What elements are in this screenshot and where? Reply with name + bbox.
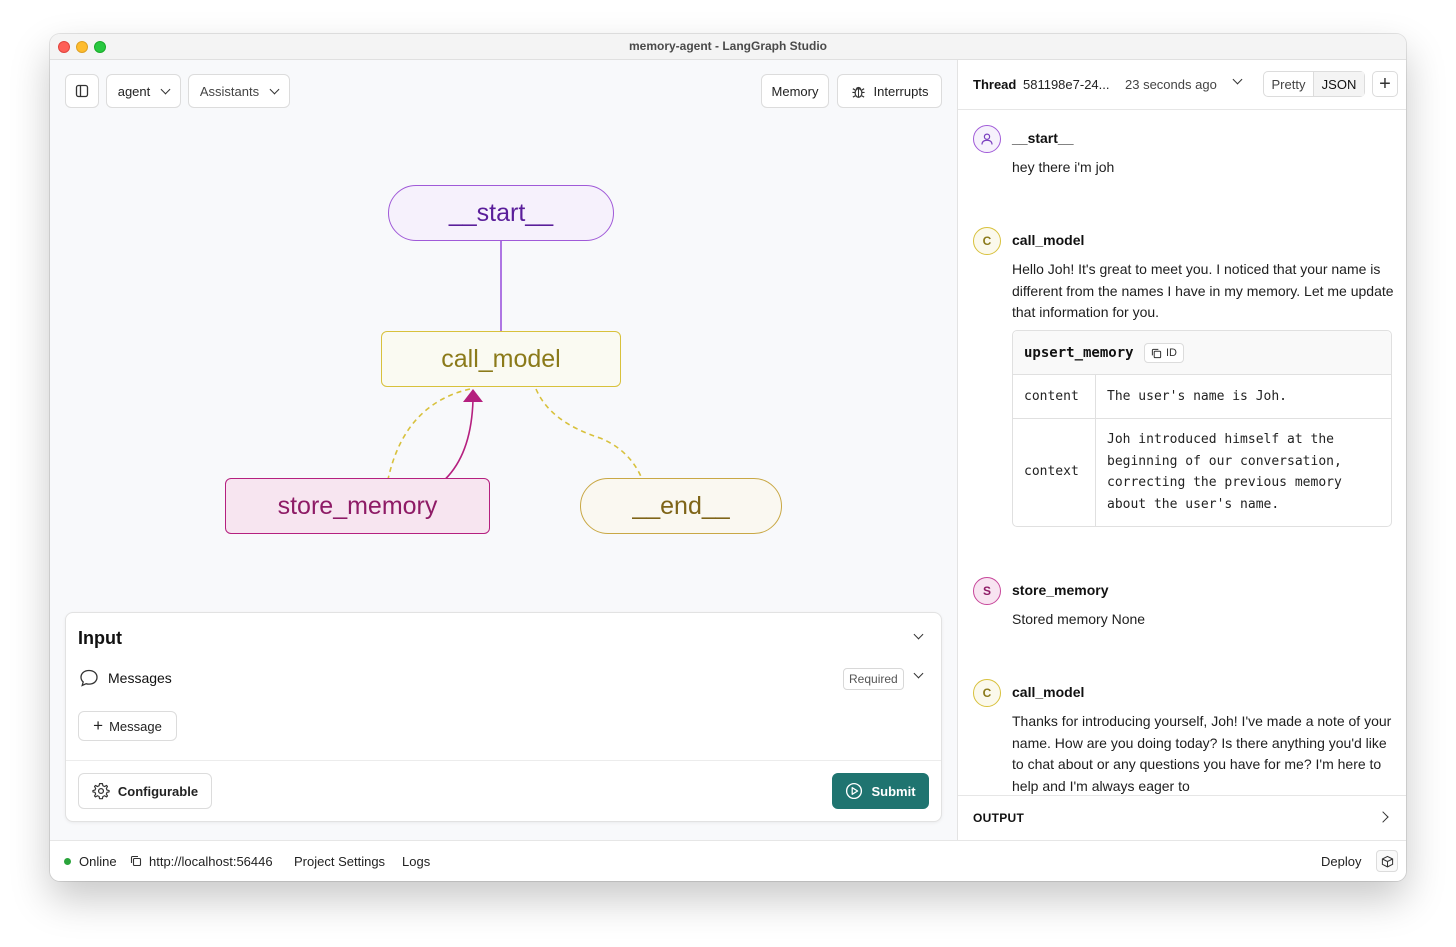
message-text-clip: Thanks for introducing yourself, Joh! I'…: [1012, 711, 1396, 794]
user-icon: [981, 133, 993, 145]
thread-id[interactable]: 581198e7-24...: [1023, 77, 1110, 92]
plus-icon: +: [1379, 73, 1391, 95]
play-circle-icon: [846, 782, 863, 800]
thread-header: Thread 581198e7-24... 23 seconds ago Pre…: [958, 60, 1406, 110]
configurable-button[interactable]: Configurable: [78, 773, 212, 809]
deploy-icon-button[interactable]: [1376, 850, 1398, 872]
logs-link[interactable]: Logs: [402, 854, 430, 869]
window-title: memory-agent - LangGraph Studio: [628, 39, 827, 53]
submit-button-label: Submit: [871, 783, 916, 799]
chevron-right-icon: [1377, 811, 1389, 823]
view-toggle: Pretty JSON: [1263, 71, 1365, 97]
message-node-name: call_model: [1012, 232, 1085, 248]
tool-arg-value: Joh introduced himself at the beginning …: [1107, 432, 1342, 512]
tool-arg-row: content The user's name is Joh.: [1013, 375, 1391, 419]
message-node-name: call_model: [1012, 684, 1085, 700]
cube-icon: [1381, 855, 1393, 867]
collapse-input-chevron-icon[interactable]: [913, 629, 924, 640]
node-store-memory[interactable]: store_memory: [225, 478, 490, 534]
input-divider: [66, 760, 941, 761]
status-bar: Online http://localhost:56446 Project Se…: [50, 840, 1406, 881]
copy-icon: [1151, 348, 1162, 358]
edge-call-model-end: [535, 388, 647, 491]
node-end-label: __end__: [632, 491, 730, 520]
new-thread-button[interactable]: +: [1372, 71, 1398, 97]
node-store-memory-label: store_memory: [277, 491, 438, 520]
expand-messages-chevron-icon[interactable]: [913, 668, 924, 679]
thread-history-chevron-icon[interactable]: [1232, 74, 1243, 85]
graph-panel: agent Assistants Memory Interrupts __sta…: [50, 60, 957, 840]
messages-label: Messages: [108, 670, 172, 686]
input-card: Input Messages Required + Message Config…: [65, 612, 942, 822]
copy-id-button[interactable]: ID: [1144, 343, 1184, 363]
message-text: Hello Joh! It's great to meet you. I not…: [1012, 261, 1394, 320]
message-node-name: store_memory: [1012, 582, 1109, 598]
tool-arg-key: content: [1024, 389, 1079, 404]
tool-call-header: upsert_memory ID: [1013, 331, 1391, 375]
tool-arg-key: context: [1024, 464, 1079, 479]
copy-id-label: ID: [1166, 347, 1177, 359]
required-badge: Required: [843, 668, 904, 690]
output-label: OUTPUT: [973, 811, 1025, 825]
online-status-label: Online: [79, 854, 117, 869]
node-end[interactable]: __end__: [580, 478, 782, 534]
deploy-button[interactable]: Deploy: [1321, 854, 1361, 869]
tool-call-card: upsert_memory ID content The user's name…: [1012, 330, 1392, 527]
message-text: Thanks for introducing yourself, Joh! I'…: [1012, 713, 1392, 794]
node-start[interactable]: __start__: [388, 185, 614, 241]
gear-icon: [92, 783, 110, 800]
output-section[interactable]: OUTPUT: [958, 795, 1406, 840]
thread-panel: Thread 581198e7-24... 23 seconds ago Pre…: [957, 60, 1406, 840]
thread-time[interactable]: 23 seconds ago: [1125, 77, 1217, 92]
edge-call-model-store-memory: [385, 388, 471, 491]
tool-arg-row: context Joh introduced himself at the be…: [1013, 419, 1391, 527]
view-pretty-button[interactable]: Pretty: [1264, 72, 1314, 96]
call-model-avatar: C: [973, 227, 1001, 255]
node-call-model-label: call_model: [441, 344, 561, 373]
server-url[interactable]: http://localhost:56446: [149, 854, 273, 869]
add-message-button-label: Message: [109, 718, 162, 734]
view-json-button[interactable]: JSON: [1314, 72, 1364, 96]
edge-arrowhead: [463, 389, 483, 402]
chat-bubble-icon: [80, 669, 98, 687]
title-bar: memory-agent - LangGraph Studio: [50, 34, 1406, 60]
tool-call-name: upsert_memory: [1024, 345, 1134, 361]
node-call-model[interactable]: call_model: [381, 331, 621, 387]
message-text: Stored memory None: [1012, 611, 1146, 627]
message-node-name: __start__: [1012, 130, 1074, 146]
store-memory-avatar: S: [973, 577, 1001, 605]
add-message-button[interactable]: + Message: [78, 711, 177, 741]
table-divider: [1095, 375, 1096, 419]
tool-arg-value: The user's name is Joh.: [1107, 389, 1288, 404]
submit-button[interactable]: Submit: [832, 773, 929, 809]
plus-icon: +: [93, 716, 104, 735]
call-model-avatar: C: [973, 679, 1001, 707]
table-divider: [1095, 419, 1096, 527]
project-settings-link[interactable]: Project Settings: [294, 854, 385, 869]
configurable-button-label: Configurable: [117, 783, 199, 799]
copy-icon[interactable]: [130, 855, 142, 867]
app-window: memory-agent - LangGraph Studio agent As…: [50, 34, 1406, 881]
node-start-label: __start__: [448, 198, 554, 227]
user-avatar: [973, 125, 1001, 153]
thread-label: Thread: [973, 77, 1017, 92]
message-text: hey there i'm joh: [1012, 159, 1115, 175]
online-status-dot: [64, 858, 71, 865]
input-title: Input: [78, 628, 122, 648]
